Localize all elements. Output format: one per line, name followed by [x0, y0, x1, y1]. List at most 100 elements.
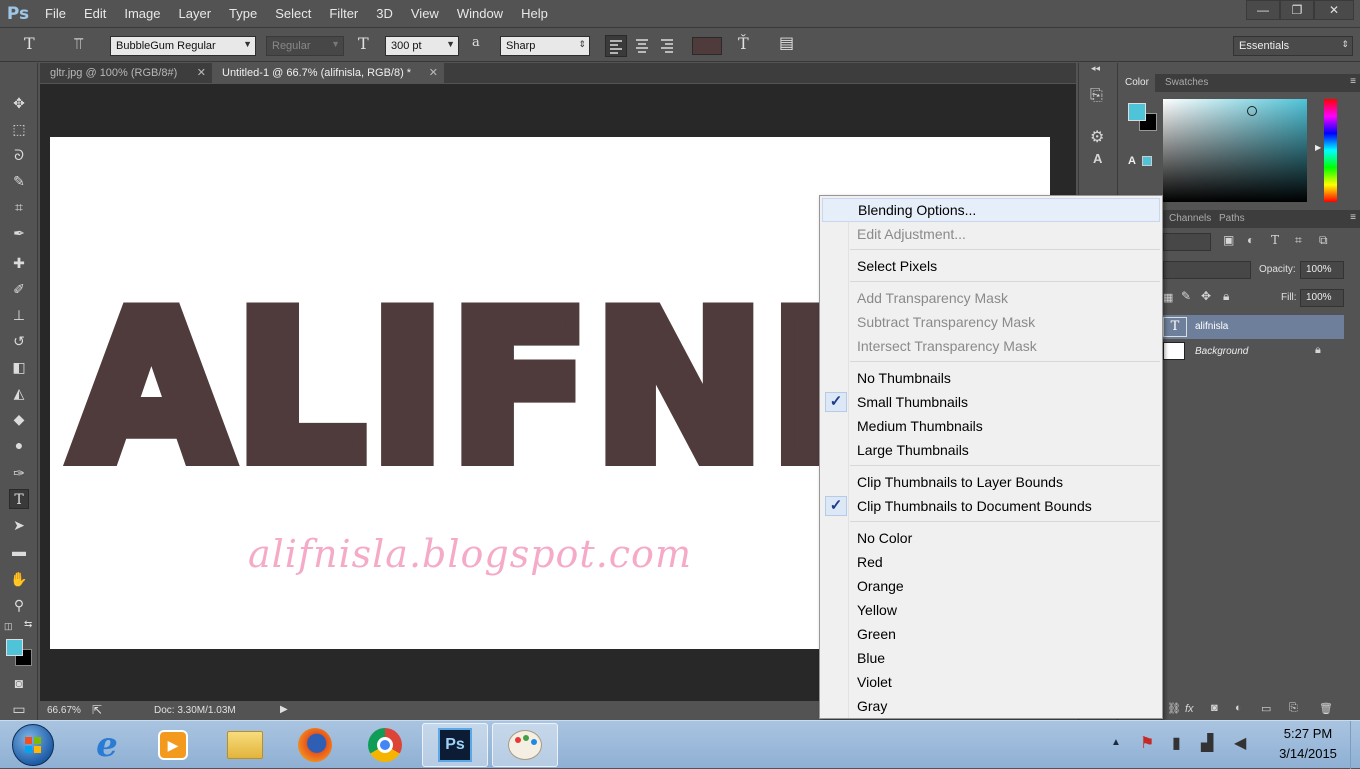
- healing-brush-tool-icon[interactable]: ✚: [9, 253, 29, 273]
- tab-color[interactable]: Color: [1119, 74, 1155, 92]
- menu-file[interactable]: File: [36, 0, 75, 28]
- firefox-icon[interactable]: [282, 723, 348, 767]
- lock-image-icon[interactable]: ✎: [1181, 289, 1191, 303]
- add-mask-icon[interactable]: ◙: [1211, 702, 1218, 714]
- lock-all-icon[interactable]: 🔒︎: [1223, 289, 1229, 304]
- tab-gltr[interactable]: gltr.jpg @ 100% (RGB/8#) ✕: [40, 63, 212, 83]
- brush-tool-icon[interactable]: ✐: [9, 279, 29, 299]
- swap-colors-icon[interactable]: ⇆: [24, 619, 32, 630]
- font-size-dropdown[interactable]: 300 pt ▼: [385, 36, 459, 56]
- history-brush-tool-icon[interactable]: ↺: [9, 331, 29, 351]
- lock-position-icon[interactable]: ✥: [1201, 289, 1211, 303]
- menu-item-no-thumbnails[interactable]: No Thumbnails: [822, 366, 1160, 390]
- chrome-icon[interactable]: [352, 723, 418, 767]
- new-group-icon[interactable]: ▭: [1261, 702, 1271, 715]
- network-icon[interactable]: ▟: [1201, 733, 1213, 753]
- link-layers-icon[interactable]: ⛓: [1167, 702, 1181, 715]
- history-panel-icon[interactable]: ⎘: [1090, 87, 1103, 105]
- status-menu-arrow-icon[interactable]: ▶: [280, 704, 288, 715]
- filter-image-icon[interactable]: ▣: [1223, 233, 1234, 247]
- media-player-icon[interactable]: ▶: [140, 723, 206, 767]
- hand-tool-icon[interactable]: ✋: [9, 569, 29, 589]
- align-left-button[interactable]: [605, 35, 627, 57]
- layer-row-alifnisla[interactable]: T alifnisla: [1163, 315, 1344, 339]
- minimize-button[interactable]: —: [1246, 0, 1280, 20]
- layer-filter-dropdown[interactable]: [1163, 233, 1211, 251]
- screen-mode-icon[interactable]: ▭: [9, 699, 29, 719]
- menu-item-violet[interactable]: Violet: [822, 670, 1160, 694]
- blur-tool-icon[interactable]: ◆: [9, 409, 29, 429]
- font-style-dropdown[interactable]: Regular ▼: [266, 36, 344, 56]
- export-icon[interactable]: ⇱: [92, 703, 102, 717]
- menu-image[interactable]: Image: [115, 0, 169, 28]
- file-explorer-icon[interactable]: [212, 723, 278, 767]
- paint-bucket-tool-icon[interactable]: ◭: [9, 383, 29, 403]
- menu-window[interactable]: Window: [448, 0, 512, 28]
- eyedropper-tool-icon[interactable]: ✒: [9, 223, 29, 243]
- close-tab-icon[interactable]: ✕: [197, 63, 206, 83]
- menu-item-medium-thumbnails[interactable]: Medium Thumbnails: [822, 414, 1160, 438]
- tab-swatches[interactable]: Swatches: [1159, 74, 1214, 92]
- menu-item-small-thumbnails[interactable]: ✓ Small Thumbnails: [822, 390, 1160, 414]
- menu-help[interactable]: Help: [512, 0, 557, 28]
- lasso-tool-icon[interactable]: ᘐ: [9, 145, 29, 165]
- crop-tool-icon[interactable]: ⌗: [9, 197, 29, 217]
- menu-item-gray[interactable]: Gray: [822, 694, 1160, 718]
- power-icon[interactable]: ▮: [1172, 733, 1181, 753]
- text-orientation-icon[interactable]: ⫪: [74, 34, 83, 54]
- filter-shape-icon[interactable]: ⌗: [1295, 233, 1302, 248]
- web-safe-swatch[interactable]: [1142, 156, 1152, 166]
- volume-icon[interactable]: ◀: [1234, 733, 1246, 753]
- dodge-tool-icon[interactable]: ●: [9, 435, 29, 455]
- menu-item-green[interactable]: Green: [822, 622, 1160, 646]
- menu-item-subtract-transparency-mask[interactable]: Subtract Transparency Mask: [822, 310, 1160, 334]
- type-tool-icon[interactable]: T: [9, 489, 29, 509]
- delete-layer-icon[interactable]: 🗑︎: [1319, 702, 1333, 715]
- action-center-icon[interactable]: ⚑: [1140, 733, 1154, 753]
- layer-row-background[interactable]: Background 🔒︎: [1163, 340, 1344, 364]
- collapse-panels-icon[interactable]: ◂◂: [1091, 63, 1100, 74]
- photoshop-taskbar-icon[interactable]: Ps: [422, 723, 488, 767]
- clock-date[interactable]: 3/14/2015: [1268, 746, 1348, 761]
- menu-item-no-color[interactable]: No Color: [822, 526, 1160, 550]
- close-tab-icon[interactable]: ✕: [429, 63, 438, 83]
- menu-item-yellow[interactable]: Yellow: [822, 598, 1160, 622]
- restore-button[interactable]: ❐: [1280, 0, 1314, 20]
- filter-type-icon[interactable]: T: [1271, 233, 1279, 247]
- start-orb-icon[interactable]: [12, 724, 54, 766]
- filter-adjustment-icon[interactable]: ◐: [1247, 233, 1254, 247]
- hue-slider[interactable]: [1324, 99, 1337, 202]
- rectangle-tool-icon[interactable]: ▬: [9, 541, 29, 561]
- opacity-field[interactable]: 100%: [1300, 261, 1344, 279]
- foreground-color-swatch[interactable]: [6, 639, 23, 656]
- align-center-button[interactable]: [632, 35, 654, 57]
- menu-layer[interactable]: Layer: [170, 0, 221, 28]
- filter-smart-object-icon[interactable]: ⧉: [1319, 233, 1328, 248]
- menu-item-blue[interactable]: Blue: [822, 646, 1160, 670]
- clock-time[interactable]: 5:27 PM: [1272, 726, 1344, 741]
- color-field[interactable]: [1163, 99, 1307, 202]
- fx-icon[interactable]: fx: [1185, 703, 1194, 715]
- menu-item-orange[interactable]: Orange: [822, 574, 1160, 598]
- new-layer-icon[interactable]: ⎘: [1289, 702, 1298, 715]
- zoom-tool-icon[interactable]: ⚲: [9, 595, 29, 615]
- menu-select[interactable]: Select: [266, 0, 320, 28]
- blend-mode-dropdown[interactable]: [1163, 261, 1251, 279]
- menu-view[interactable]: View: [402, 0, 448, 28]
- menu-item-select-pixels[interactable]: Select Pixels: [822, 254, 1160, 278]
- clone-stamp-tool-icon[interactable]: ⊥: [9, 305, 29, 325]
- eraser-tool-icon[interactable]: ◧: [9, 357, 29, 377]
- menu-edit[interactable]: Edit: [75, 0, 115, 28]
- menu-item-red[interactable]: Red: [822, 550, 1160, 574]
- menu-item-intersect-transparency-mask[interactable]: Intersect Transparency Mask: [822, 334, 1160, 358]
- show-desktop-button[interactable]: [1350, 721, 1360, 769]
- fill-field[interactable]: 100%: [1300, 289, 1344, 307]
- character-panel-icon[interactable]: A: [1093, 151, 1102, 166]
- tab-channels[interactable]: Channels: [1163, 210, 1217, 228]
- zoom-level[interactable]: 66.67%: [47, 705, 81, 716]
- properties-panel-icon[interactable]: ⚙: [1090, 127, 1104, 147]
- antialias-dropdown[interactable]: Sharp ⇕: [500, 36, 590, 56]
- type-tool-preset-icon[interactable]: T: [24, 34, 35, 53]
- close-button[interactable]: ✕: [1314, 0, 1354, 20]
- marquee-tool-icon[interactable]: ⬚: [9, 119, 29, 139]
